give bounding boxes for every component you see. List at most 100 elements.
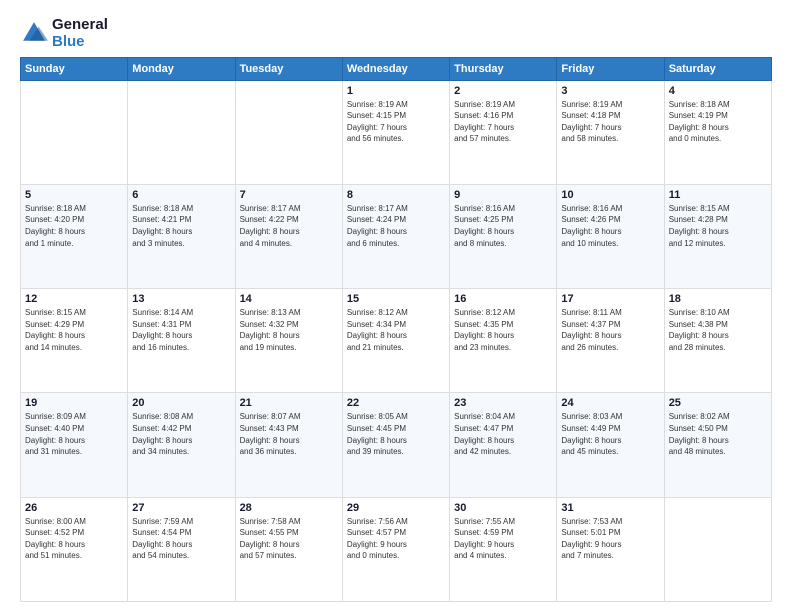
day-info: Sunrise: 8:18 AM Sunset: 4:21 PM Dayligh… [132, 203, 230, 249]
day-number: 25 [669, 397, 767, 409]
day-number: 31 [561, 502, 659, 514]
day-info: Sunrise: 8:05 AM Sunset: 4:45 PM Dayligh… [347, 411, 445, 457]
day-header-thursday: Thursday [450, 57, 557, 80]
day-header-wednesday: Wednesday [342, 57, 449, 80]
day-number: 12 [25, 293, 123, 305]
day-number: 14 [240, 293, 338, 305]
day-header-sunday: Sunday [21, 57, 128, 80]
day-info: Sunrise: 7:53 AM Sunset: 5:01 PM Dayligh… [561, 516, 659, 562]
day-number: 20 [132, 397, 230, 409]
calendar-day: 16Sunrise: 8:12 AM Sunset: 4:35 PM Dayli… [450, 289, 557, 393]
calendar-day [21, 80, 128, 184]
calendar-day: 18 Sunrise: 8:10 AM Sunset: 4:38 PM Dayli… [664, 289, 771, 393]
calendar-day: 10 Sunrise: 8:16 AM Sunset: 4:26 PM Dayli… [557, 184, 664, 288]
day-number: 23 [454, 397, 552, 409]
page: General Blue SundayMondayTuesdayWednesda… [0, 0, 792, 612]
calendar-day: 31 Sunrise: 7:53 AM Sunset: 5:01 PM Dayli… [557, 497, 664, 601]
day-info: Sunrise: 7:58 AM Sunset: 4:55 PM Dayligh… [240, 516, 338, 562]
calendar-week-row: 12 Sunrise: 8:15 AM Sunset: 4:29 PM Dayli… [21, 289, 772, 393]
day-info: Sunrise: 8:14 AM Sunset: 4:31 PM Dayligh… [132, 307, 230, 353]
day-info: Sunrise: 8:13 AM Sunset: 4:32 PM Dayligh… [240, 307, 338, 353]
calendar-day: 29Sunrise: 7:56 AM Sunset: 4:57 PM Dayli… [342, 497, 449, 601]
day-info: Sunrise: 8:02 AM Sunset: 4:50 PM Dayligh… [669, 411, 767, 457]
logo: General Blue [20, 16, 108, 51]
day-header-saturday: Saturday [664, 57, 771, 80]
day-info: Sunrise: 8:18 AM Sunset: 4:19 PM Dayligh… [669, 99, 767, 145]
day-info: Sunrise: 8:07 AM Sunset: 4:43 PM Dayligh… [240, 411, 338, 457]
calendar-day: 7 Sunrise: 8:17 AM Sunset: 4:22 PM Daylig… [235, 184, 342, 288]
day-info: Sunrise: 8:03 AM Sunset: 4:49 PM Dayligh… [561, 411, 659, 457]
day-number: 10 [561, 189, 659, 201]
calendar-day: 15Sunrise: 8:12 AM Sunset: 4:34 PM Dayli… [342, 289, 449, 393]
day-info: Sunrise: 8:19 AM Sunset: 4:18 PM Dayligh… [561, 99, 659, 145]
day-info: Sunrise: 8:19 AM Sunset: 4:16 PM Dayligh… [454, 99, 552, 145]
calendar-day: 13 Sunrise: 8:14 AM Sunset: 4:31 PM Dayli… [128, 289, 235, 393]
day-info: Sunrise: 8:18 AM Sunset: 4:20 PM Dayligh… [25, 203, 123, 249]
calendar-table: SundayMondayTuesdayWednesdayThursdayFrid… [20, 57, 772, 603]
day-info: Sunrise: 8:16 AM Sunset: 4:26 PM Dayligh… [561, 203, 659, 249]
day-header-tuesday: Tuesday [235, 57, 342, 80]
day-number: 9 [454, 189, 552, 201]
day-info: Sunrise: 7:56 AM Sunset: 4:57 PM Dayligh… [347, 516, 445, 562]
calendar-day: 19 Sunrise: 8:09 AM Sunset: 4:40 PM Dayli… [21, 393, 128, 497]
calendar-header-row: SundayMondayTuesdayWednesdayThursdayFrid… [21, 57, 772, 80]
day-info: Sunrise: 8:10 AM Sunset: 4:38 PM Dayligh… [669, 307, 767, 353]
day-number: 13 [132, 293, 230, 305]
calendar-day: 25 Sunrise: 8:02 AM Sunset: 4:50 PM Dayli… [664, 393, 771, 497]
day-info: Sunrise: 8:17 AM Sunset: 4:24 PM Dayligh… [347, 203, 445, 249]
calendar-day: 28 Sunrise: 7:58 AM Sunset: 4:55 PM Dayli… [235, 497, 342, 601]
day-info: Sunrise: 8:08 AM Sunset: 4:42 PM Dayligh… [132, 411, 230, 457]
day-info: Sunrise: 7:59 AM Sunset: 4:54 PM Dayligh… [132, 516, 230, 562]
calendar-day [128, 80, 235, 184]
calendar-day [235, 80, 342, 184]
day-number: 22 [347, 397, 445, 409]
calendar-week-row: 26 Sunrise: 8:00 AM Sunset: 4:52 PM Dayli… [21, 497, 772, 601]
day-number: 28 [240, 502, 338, 514]
day-header-monday: Monday [128, 57, 235, 80]
calendar-day: 21 Sunrise: 8:07 AM Sunset: 4:43 PM Dayli… [235, 393, 342, 497]
day-header-friday: Friday [557, 57, 664, 80]
day-info: Sunrise: 8:12 AM Sunset: 4:34 PM Dayligh… [347, 307, 445, 353]
calendar-day: 23 Sunrise: 8:04 AM Sunset: 4:47 PM Dayli… [450, 393, 557, 497]
calendar-day: 26 Sunrise: 8:00 AM Sunset: 4:52 PM Dayli… [21, 497, 128, 601]
day-info: Sunrise: 8:04 AM Sunset: 4:47 PM Dayligh… [454, 411, 552, 457]
day-info: Sunrise: 8:11 AM Sunset: 4:37 PM Dayligh… [561, 307, 659, 353]
day-number: 7 [240, 189, 338, 201]
day-number: 26 [25, 502, 123, 514]
day-number: 3 [561, 85, 659, 97]
day-number: 18 [669, 293, 767, 305]
day-info: Sunrise: 7:55 AM Sunset: 4:59 PM Dayligh… [454, 516, 552, 562]
day-number: 1 [347, 85, 445, 97]
calendar-day: 6 Sunrise: 8:18 AM Sunset: 4:21 PM Daylig… [128, 184, 235, 288]
day-number: 6 [132, 189, 230, 201]
calendar-day: 27Sunrise: 7:59 AM Sunset: 4:54 PM Dayli… [128, 497, 235, 601]
day-number: 30 [454, 502, 552, 514]
day-number: 11 [669, 189, 767, 201]
day-number: 19 [25, 397, 123, 409]
day-info: Sunrise: 8:09 AM Sunset: 4:40 PM Dayligh… [25, 411, 123, 457]
calendar-day: 22 Sunrise: 8:05 AM Sunset: 4:45 PM Dayli… [342, 393, 449, 497]
day-info: Sunrise: 8:19 AM Sunset: 4:15 PM Dayligh… [347, 99, 445, 145]
day-number: 2 [454, 85, 552, 97]
calendar-day: 17 Sunrise: 8:11 AM Sunset: 4:37 PM Dayli… [557, 289, 664, 393]
day-number: 5 [25, 189, 123, 201]
calendar-day: 9 Sunrise: 8:16 AM Sunset: 4:25 PM Daylig… [450, 184, 557, 288]
logo-text: General Blue [52, 16, 108, 51]
calendar-week-row: 1 Sunrise: 8:19 AM Sunset: 4:15 PM Daylig… [21, 80, 772, 184]
day-info: Sunrise: 8:00 AM Sunset: 4:52 PM Dayligh… [25, 516, 123, 562]
calendar-day: 20 Sunrise: 8:08 AM Sunset: 4:42 PM Dayli… [128, 393, 235, 497]
day-number: 17 [561, 293, 659, 305]
calendar-day: 8Sunrise: 8:17 AM Sunset: 4:24 PM Daylig… [342, 184, 449, 288]
calendar-day: 30 Sunrise: 7:55 AM Sunset: 4:59 PM Dayli… [450, 497, 557, 601]
day-number: 21 [240, 397, 338, 409]
calendar-day: 2 Sunrise: 8:19 AM Sunset: 4:16 PM Daylig… [450, 80, 557, 184]
day-info: Sunrise: 8:15 AM Sunset: 4:29 PM Dayligh… [25, 307, 123, 353]
day-info: Sunrise: 8:15 AM Sunset: 4:28 PM Dayligh… [669, 203, 767, 249]
calendar-day: 1 Sunrise: 8:19 AM Sunset: 4:15 PM Daylig… [342, 80, 449, 184]
logo-icon [20, 19, 48, 47]
calendar-day [664, 497, 771, 601]
calendar-day: 11 Sunrise: 8:15 AM Sunset: 4:28 PM Dayli… [664, 184, 771, 288]
calendar-week-row: 19 Sunrise: 8:09 AM Sunset: 4:40 PM Dayli… [21, 393, 772, 497]
day-info: Sunrise: 8:17 AM Sunset: 4:22 PM Dayligh… [240, 203, 338, 249]
day-info: Sunrise: 8:16 AM Sunset: 4:25 PM Dayligh… [454, 203, 552, 249]
